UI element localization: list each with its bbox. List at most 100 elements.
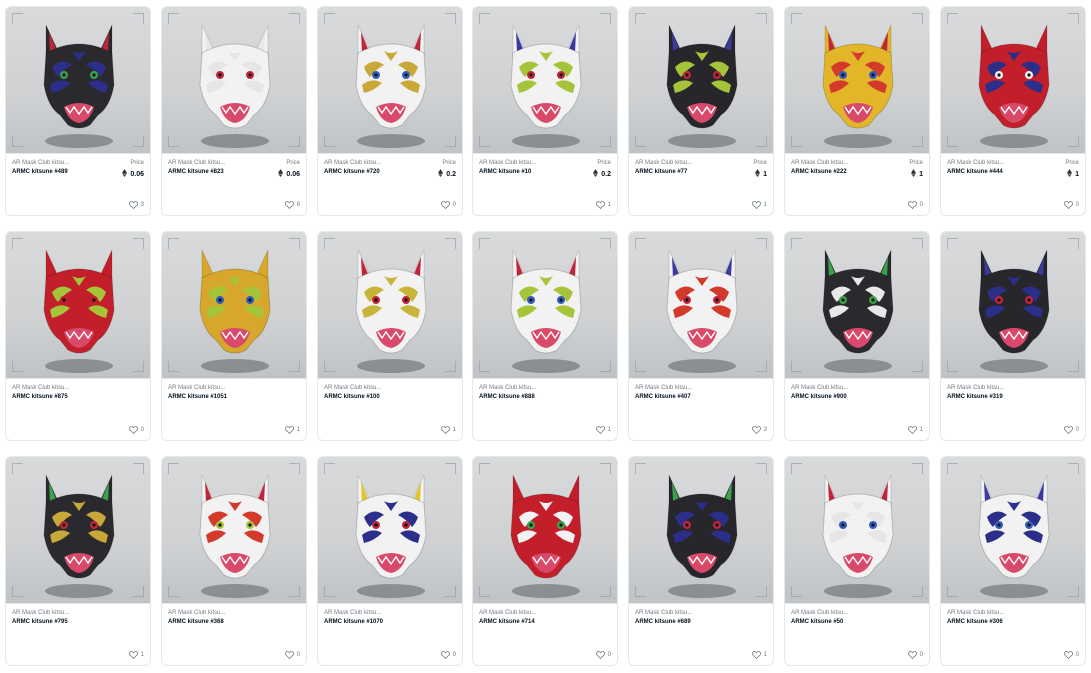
heart-icon[interactable] [751, 426, 761, 434]
nft-card[interactable]: AR Mask Club kitsu... ARMC kitsune #489 Pr… [5, 6, 151, 216]
nft-card-media[interactable] [6, 7, 150, 153]
favorite-button[interactable]: 0 [907, 651, 923, 659]
collection-name[interactable]: AR Mask Club kitsu... [635, 610, 692, 616]
nft-card[interactable]: AR Mask Club kitsu... ARMC kitsune #900 1 [784, 231, 930, 441]
heart-icon[interactable] [751, 201, 761, 209]
nft-card[interactable]: AR Mask Club kitsu... ARMC kitsune #1070 0 [317, 456, 463, 666]
nft-card[interactable]: AR Mask Club kitsu... ARMC kitsune #823 Pr… [161, 6, 307, 216]
nft-card[interactable]: AR Mask Club kitsu... ARMC kitsune #875 0 [5, 231, 151, 441]
heart-icon[interactable] [595, 201, 605, 209]
nft-name[interactable]: ARMC kitsune #77 [635, 169, 687, 175]
collection-name[interactable]: AR Mask Club kitsu... [635, 160, 692, 166]
nft-card-media[interactable] [6, 232, 150, 378]
heart-icon[interactable] [595, 651, 605, 659]
heart-icon[interactable] [1063, 426, 1073, 434]
nft-card-media[interactable] [941, 232, 1085, 378]
collection-name[interactable]: AR Mask Club kitsu... [324, 610, 381, 616]
nft-card[interactable]: AR Mask Club kitsu... ARMC kitsune #888 1 [472, 231, 618, 441]
nft-card-media[interactable] [473, 232, 617, 378]
nft-card-media[interactable] [473, 457, 617, 603]
nft-name[interactable]: ARMC kitsune #319 [947, 394, 1003, 400]
nft-name[interactable]: ARMC kitsune #714 [479, 619, 535, 625]
nft-card-media[interactable] [318, 457, 462, 603]
favorite-button[interactable]: 0 [907, 201, 923, 209]
nft-card-media[interactable] [629, 457, 773, 603]
heart-icon[interactable] [128, 426, 138, 434]
collection-name[interactable]: AR Mask Club kitsu... [324, 160, 381, 166]
heart-icon[interactable] [1063, 201, 1073, 209]
favorite-button[interactable]: 8 [284, 201, 300, 209]
heart-icon[interactable] [440, 426, 450, 434]
collection-name[interactable]: AR Mask Club kitsu... [12, 385, 69, 391]
nft-name[interactable]: ARMC kitsune #1051 [168, 394, 227, 400]
nft-name[interactable]: ARMC kitsune #720 [324, 169, 380, 175]
nft-name[interactable]: ARMC kitsune #689 [635, 619, 691, 625]
nft-card[interactable]: AR Mask Club kitsu... ARMC kitsune #689 1 [628, 456, 774, 666]
nft-card[interactable]: AR Mask Club kitsu... ARMC kitsune #795 1 [5, 456, 151, 666]
collection-name[interactable]: AR Mask Club kitsu... [947, 385, 1004, 391]
nft-card-media[interactable] [785, 457, 929, 603]
nft-name[interactable]: ARMC kitsune #10 [479, 169, 531, 175]
heart-icon[interactable] [284, 201, 294, 209]
heart-icon[interactable] [907, 426, 917, 434]
collection-name[interactable]: AR Mask Club kitsu... [168, 610, 225, 616]
nft-name[interactable]: ARMC kitsune #444 [947, 169, 1003, 175]
collection-name[interactable]: AR Mask Club kitsu... [12, 160, 69, 166]
collection-name[interactable]: AR Mask Club kitsu... [168, 160, 225, 166]
nft-name[interactable]: ARMC kitsune #306 [947, 619, 1003, 625]
favorite-button[interactable]: 1 [907, 426, 923, 434]
nft-card-media[interactable] [629, 232, 773, 378]
favorite-button[interactable]: 1 [751, 651, 767, 659]
favorite-button[interactable]: 0 [1063, 201, 1079, 209]
favorite-button[interactable]: 1 [751, 201, 767, 209]
nft-name[interactable]: ARMC kitsune #50 [791, 619, 843, 625]
favorite-button[interactable]: 1 [440, 426, 456, 434]
favorite-button[interactable]: 3 [128, 201, 144, 209]
favorite-button[interactable]: 1 [284, 426, 300, 434]
nft-card-media[interactable] [162, 232, 306, 378]
nft-name[interactable]: ARMC kitsune #489 [12, 169, 68, 175]
heart-icon[interactable] [128, 651, 138, 659]
nft-card-media[interactable] [318, 232, 462, 378]
nft-name[interactable]: ARMC kitsune #368 [168, 619, 224, 625]
nft-card[interactable]: AR Mask Club kitsu... ARMC kitsune #77 Pri… [628, 6, 774, 216]
favorite-button[interactable]: 3 [751, 426, 767, 434]
heart-icon[interactable] [440, 201, 450, 209]
heart-icon[interactable] [284, 426, 294, 434]
collection-name[interactable]: AR Mask Club kitsu... [479, 160, 536, 166]
nft-card[interactable]: AR Mask Club kitsu... ARMC kitsune #407 3 [628, 231, 774, 441]
favorite-button[interactable]: 0 [440, 201, 456, 209]
nft-card[interactable]: AR Mask Club kitsu... ARMC kitsune #222 Pr… [784, 6, 930, 216]
nft-card-media[interactable] [941, 457, 1085, 603]
collection-name[interactable]: AR Mask Club kitsu... [947, 160, 1004, 166]
nft-card-media[interactable] [941, 7, 1085, 153]
nft-card[interactable]: AR Mask Club kitsu... ARMC kitsune #306 0 [940, 456, 1086, 666]
nft-name[interactable]: ARMC kitsune #100 [324, 394, 380, 400]
nft-card[interactable]: AR Mask Club kitsu... ARMC kitsune #444 Pr… [940, 6, 1086, 216]
nft-card[interactable]: AR Mask Club kitsu... ARMC kitsune #1051 1 [161, 231, 307, 441]
favorite-button[interactable]: 1 [128, 651, 144, 659]
heart-icon[interactable] [128, 201, 138, 209]
nft-card[interactable]: AR Mask Club kitsu... ARMC kitsune #50 0 [784, 456, 930, 666]
nft-name[interactable]: ARMC kitsune #888 [479, 394, 535, 400]
nft-name[interactable]: ARMC kitsune #795 [12, 619, 68, 625]
nft-name[interactable]: ARMC kitsune #1070 [324, 619, 383, 625]
collection-name[interactable]: AR Mask Club kitsu... [791, 610, 848, 616]
collection-name[interactable]: AR Mask Club kitsu... [479, 385, 536, 391]
nft-card-media[interactable] [785, 7, 929, 153]
collection-name[interactable]: AR Mask Club kitsu... [12, 610, 69, 616]
favorite-button[interactable]: 1 [595, 201, 611, 209]
heart-icon[interactable] [907, 651, 917, 659]
nft-name[interactable]: ARMC kitsune #222 [791, 169, 847, 175]
collection-name[interactable]: AR Mask Club kitsu... [479, 610, 536, 616]
nft-card[interactable]: AR Mask Club kitsu... ARMC kitsune #10 Pri… [472, 6, 618, 216]
favorite-button[interactable]: 0 [284, 651, 300, 659]
favorite-button[interactable]: 0 [595, 651, 611, 659]
nft-card-media[interactable] [162, 7, 306, 153]
favorite-button[interactable]: 0 [1063, 651, 1079, 659]
nft-card[interactable]: AR Mask Club kitsu... ARMC kitsune #720 Pr… [317, 6, 463, 216]
heart-icon[interactable] [595, 426, 605, 434]
favorite-button[interactable]: 1 [595, 426, 611, 434]
collection-name[interactable]: AR Mask Club kitsu... [168, 385, 225, 391]
collection-name[interactable]: AR Mask Club kitsu... [791, 385, 848, 391]
